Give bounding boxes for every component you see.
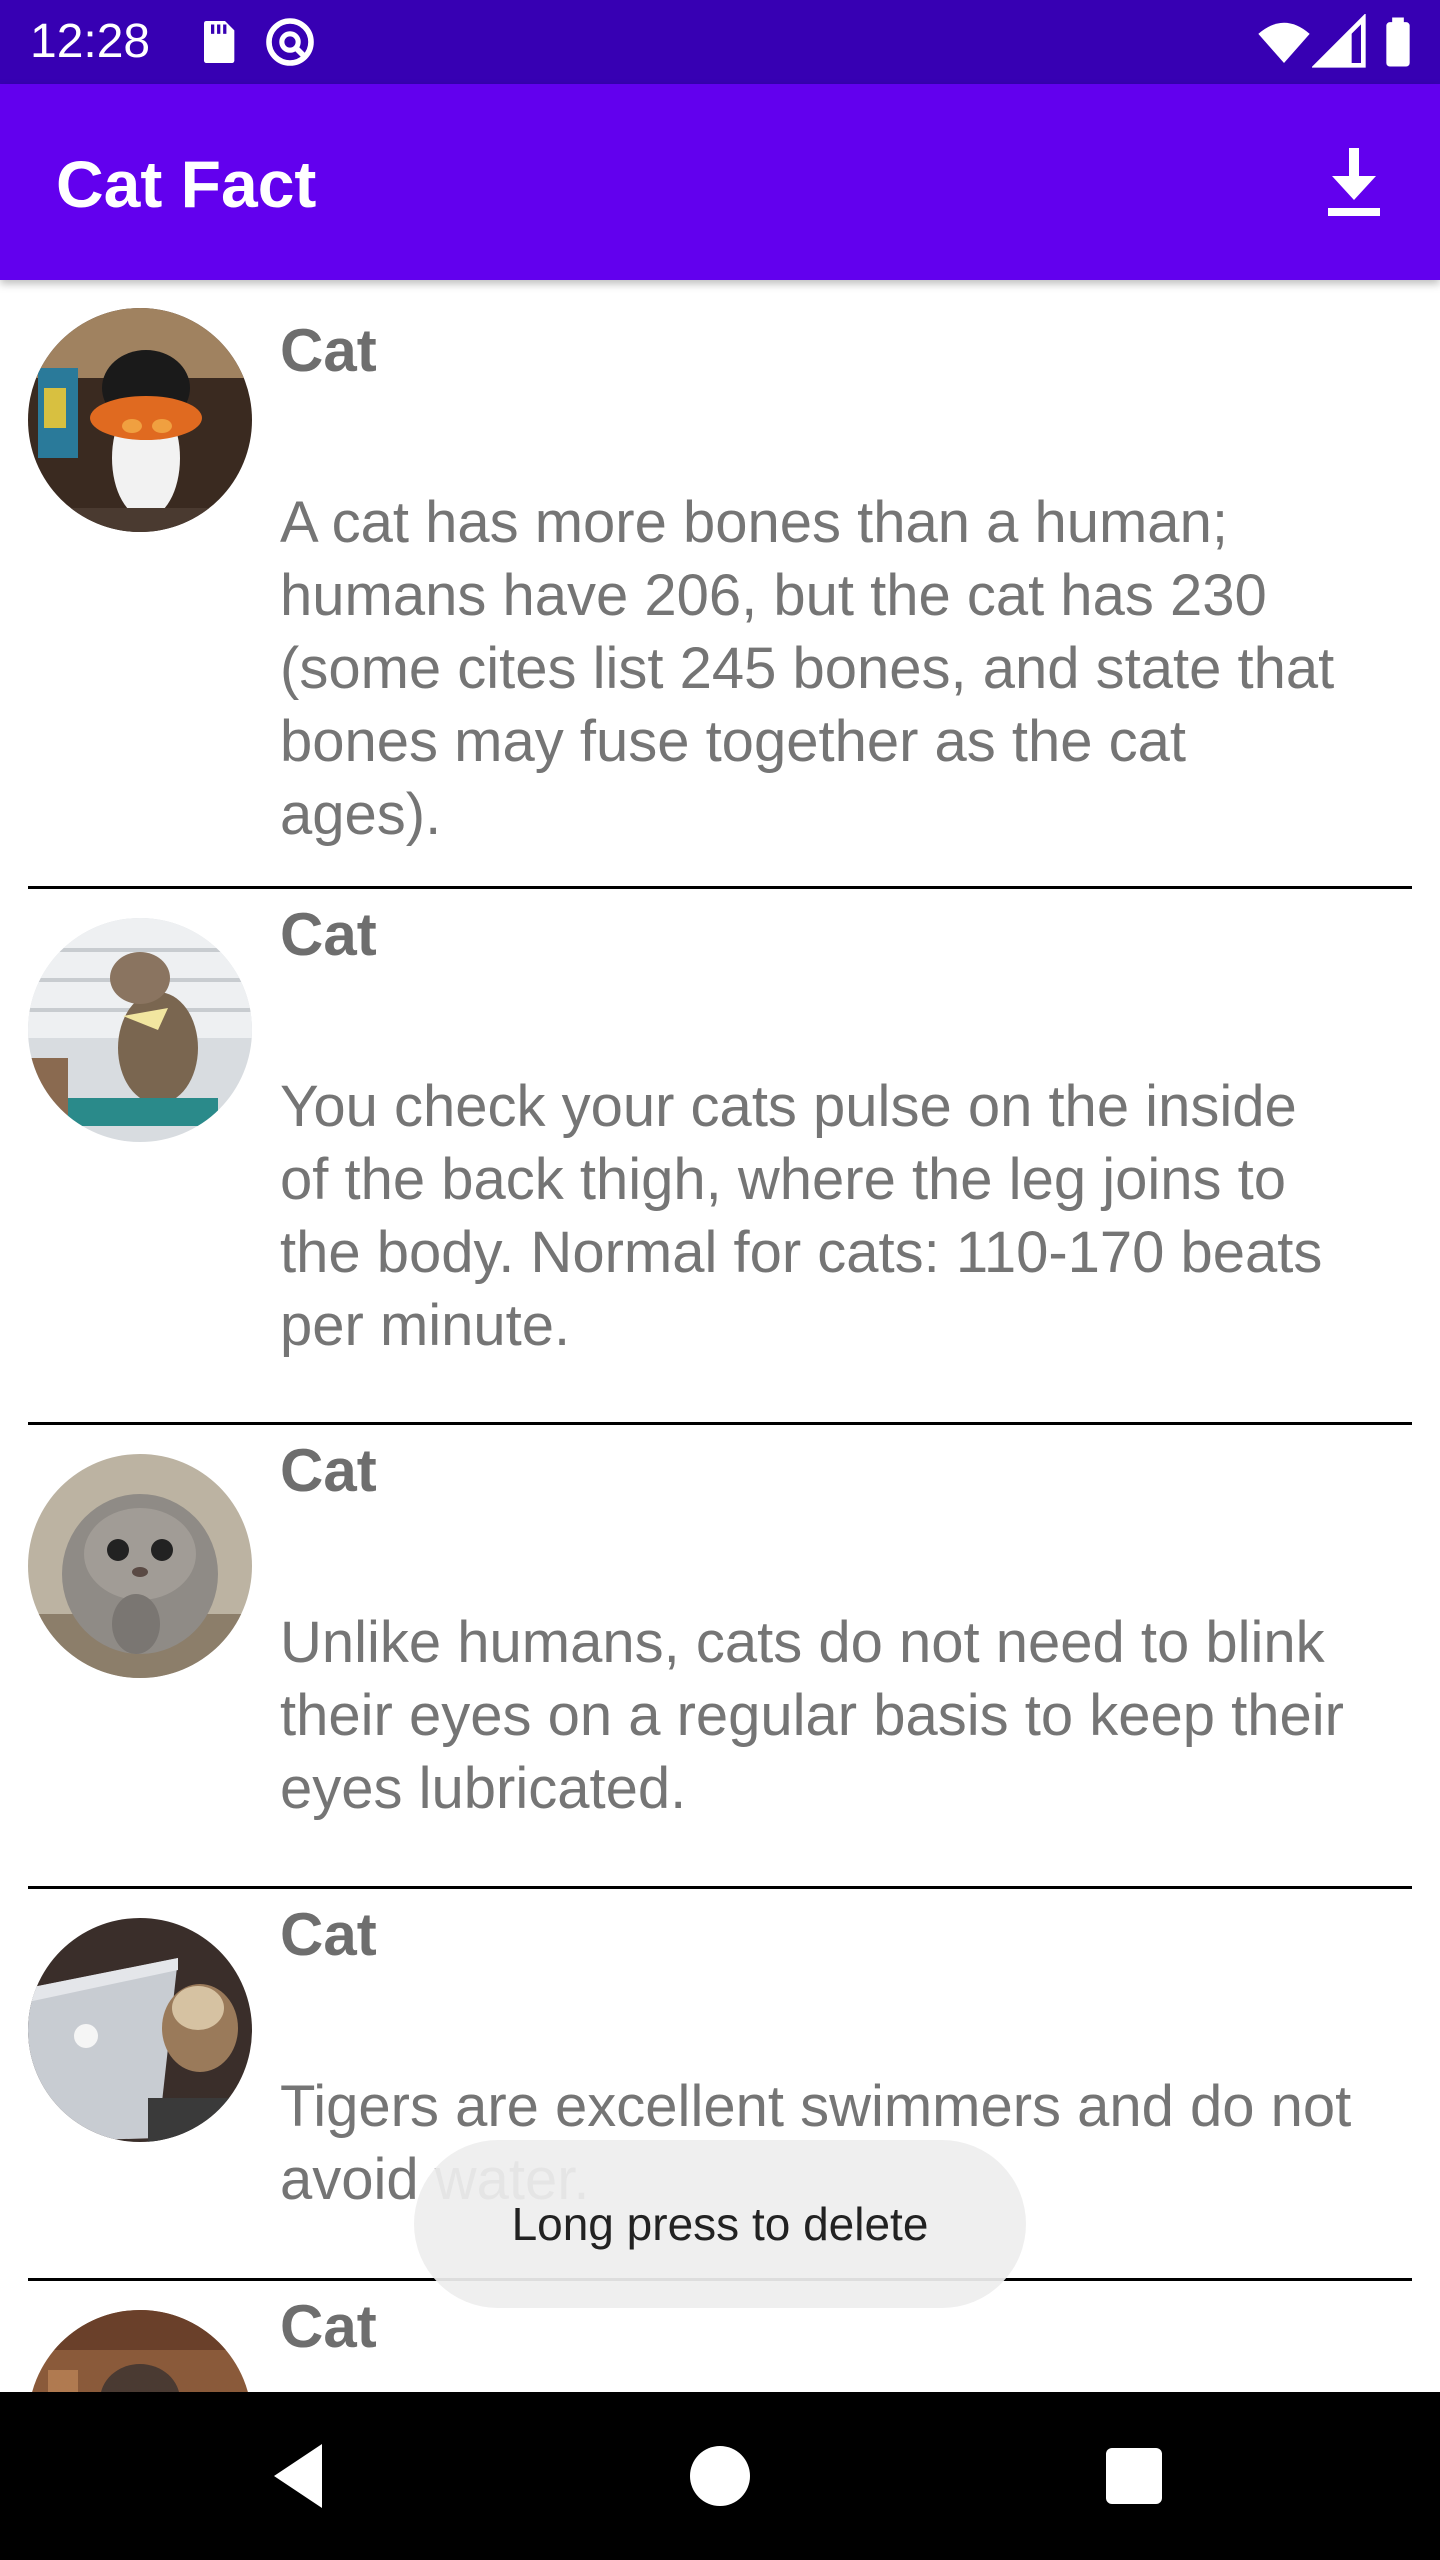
- list-item[interactable]: Cat Unlike humans, cats do not need to b…: [0, 1426, 1440, 1890]
- item-title: Cat: [280, 901, 377, 968]
- status-time: 12:28: [30, 15, 151, 68]
- recents-icon[interactable]: [1094, 2436, 1174, 2516]
- status-bar: 12:28: [0, 0, 1440, 84]
- toast-message: Long press to delete: [511, 2198, 929, 2250]
- battery-icon: [1386, 17, 1410, 67]
- app-bar: Cat Fact: [0, 84, 1440, 280]
- cat-photo-icon: [28, 918, 252, 1142]
- download-icon: [1328, 148, 1380, 216]
- avatar: [28, 1918, 252, 2142]
- sd-card-icon: [204, 21, 235, 63]
- home-icon[interactable]: [680, 2436, 760, 2516]
- avatar: [28, 308, 252, 532]
- cat-photo-icon: [28, 1918, 252, 2142]
- divider: [28, 886, 1412, 889]
- item-title: Cat: [280, 317, 377, 384]
- item-text: A cat has more bones than a human; human…: [280, 490, 1335, 847]
- avatar: [28, 918, 252, 1142]
- avatar: [28, 2310, 252, 2392]
- item-text: Unlike humans, cats do not need to blink…: [280, 1610, 1344, 1821]
- item-title: Cat: [280, 1437, 377, 1504]
- app-title: Cat Fact: [56, 147, 317, 221]
- wifi-icon: [1258, 22, 1310, 63]
- divider: [28, 1886, 1412, 1889]
- avatar: [28, 1454, 252, 1678]
- cat-photo-icon: [28, 308, 252, 532]
- toast: Long press to delete: [414, 2140, 1026, 2308]
- item-title: Cat: [280, 1901, 377, 1968]
- back-icon[interactable]: [262, 2436, 342, 2516]
- divider: [28, 1422, 1412, 1425]
- item-text: You check your cats pulse on the inside …: [280, 1074, 1323, 1358]
- list-item[interactable]: Cat A cat has more bones than a human; h…: [0, 280, 1440, 890]
- signal-icon: [1312, 14, 1366, 68]
- sync-icon: [266, 18, 314, 66]
- download-button[interactable]: [1306, 134, 1402, 230]
- cat-photo-icon: [28, 2310, 252, 2392]
- item-title: Cat: [280, 2293, 377, 2360]
- fact-list[interactable]: Cat A cat has more bones than a human; h…: [0, 280, 1440, 2392]
- list-item[interactable]: Cat You check your cats pulse on the ins…: [0, 890, 1440, 1426]
- nav-bar: [0, 2392, 1440, 2560]
- cat-photo-icon: [28, 1454, 252, 1678]
